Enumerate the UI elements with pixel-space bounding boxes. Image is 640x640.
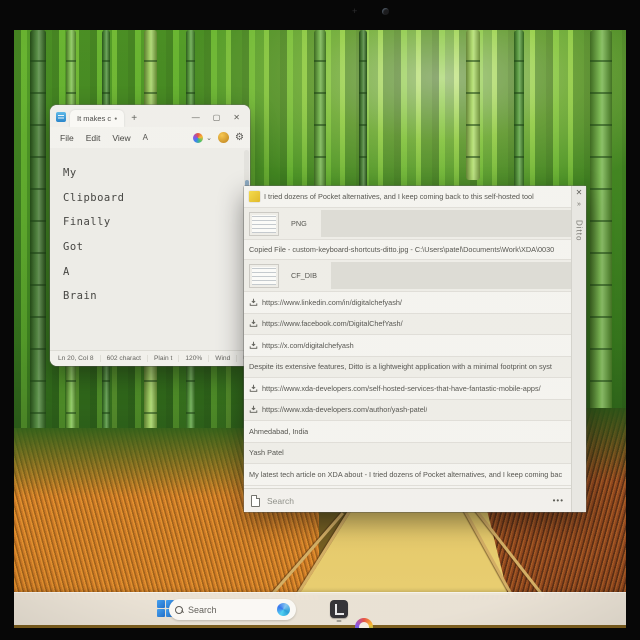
download-icon [249, 319, 258, 328]
clip-row[interactable]: Ahmedabad, India [244, 421, 571, 443]
clip-row-image[interactable]: CF_DIB [244, 260, 571, 292]
text-line: A [63, 265, 70, 278]
notepad-text-area[interactable]: My Clipboard Finally Got A Brain [50, 148, 250, 350]
settings-gear-icon[interactable]: ⚙ [235, 132, 244, 143]
taskbar-pinwheel-app-icon[interactable] [355, 618, 373, 628]
status-zoom-level[interactable]: 120% [178, 355, 208, 362]
text-size-icon[interactable]: A [143, 133, 148, 142]
notepad-app-icon [56, 112, 66, 122]
clip-text: https://x.com/digitalchefyash [262, 340, 354, 350]
ditto-window: I tried dozens of Pocket alternatives, a… [244, 186, 586, 512]
bamboo-stalk [466, 30, 480, 180]
clip-text: https://www.facebook.com/DigitalChefYash… [262, 319, 403, 329]
taskbar-search-label: Search [188, 604, 217, 615]
notepad-tab-bar: It makes c ● + — ▢ ✕ [50, 105, 250, 127]
expand-icon[interactable]: » [577, 201, 581, 208]
status-line-ending: Wind [208, 355, 236, 362]
bezel-marking: + [352, 6, 358, 16]
clip-text: My latest tech article on XDA about - I … [249, 469, 563, 479]
clip-text: https://www.xda-developers.com/author/ya… [262, 405, 428, 415]
notepad-menu-bar: File Edit View A ⌄ ⚙ [50, 127, 250, 148]
clip-format-label: CF_DIB [291, 271, 317, 280]
taskbar: Search ✂ [14, 592, 626, 628]
clip-row[interactable]: Yash Patel [244, 442, 571, 464]
minimize-button[interactable]: — [192, 113, 200, 122]
status-cursor-position: Ln 20, Col 8 [58, 355, 94, 362]
clip-text: Ahmedabad, India [249, 426, 309, 436]
text-line: Brain [63, 290, 98, 303]
laptop-photo: + It makes c ● + — ▢ ✕ File Edit View A … [0, 0, 640, 640]
clip-text: Copied File - custom-keyboard-shortcuts-… [249, 245, 555, 254]
bamboo-stalk [590, 30, 612, 470]
clip-row[interactable]: Despite its extensive features, Ditto is… [244, 356, 571, 378]
clip-thumbnail [249, 211, 279, 236]
more-options-icon[interactable]: ••• [553, 496, 564, 505]
clip-row-link[interactable]: https://www.linkedin.com/in/digitalchefy… [244, 292, 571, 314]
account-avatar[interactable] [218, 132, 230, 143]
ditto-clip-list: I tried dozens of Pocket alternatives, a… [244, 186, 571, 512]
menu-view[interactable]: View [106, 131, 136, 145]
clip-text: Despite its extensive features, Ditto is… [249, 362, 552, 372]
search-placeholder: Search [267, 495, 294, 506]
new-tab-button[interactable]: + [131, 113, 137, 124]
taskbar-search-box[interactable]: Search [169, 599, 296, 620]
clip-text: https://www.linkedin.com/in/digitalchefy… [262, 297, 402, 307]
menu-file[interactable]: File [54, 131, 80, 145]
clip-text: https://www.xda-developers.com/self-host… [262, 383, 541, 393]
status-doc-type: Plain t [147, 355, 178, 362]
close-button[interactable]: ✕ [233, 113, 240, 122]
notepad-status-bar: Ln 20, Col 8 602 charact Plain t 120% Wi… [50, 350, 250, 366]
ditto-window-title: Ditto [574, 220, 584, 242]
copilot-icon[interactable] [193, 132, 204, 143]
clip-row-image[interactable]: PNG [244, 208, 571, 240]
clip-row[interactable]: My latest tech article on XDA about - I … [244, 464, 571, 486]
clip-format-label: PNG [291, 219, 307, 228]
clip-row-link[interactable]: https://x.com/digitalchefyash [244, 335, 571, 357]
clip-thumbnail [249, 263, 279, 288]
clip-text: Yash Patel [249, 448, 284, 458]
bamboo-stalk [30, 30, 46, 450]
clip-row-link[interactable]: https://www.facebook.com/DigitalChefYash… [244, 313, 571, 335]
webcam [382, 8, 389, 15]
ditto-caption-bar[interactable]: ✕ » Ditto [571, 186, 586, 512]
notepad-tab[interactable]: It makes c ● [70, 110, 125, 127]
status-char-count: 602 charact [99, 355, 147, 362]
taskbar-app-dark-l-icon[interactable] [330, 600, 348, 622]
download-icon [249, 384, 258, 393]
text-line: Got [63, 241, 84, 254]
maximize-button[interactable]: ▢ [213, 113, 221, 122]
search-icon [175, 605, 183, 614]
clip-row-link[interactable]: https://www.xda-developers.com/author/ya… [244, 399, 571, 421]
clip-row[interactable]: Copied File - custom-keyboard-shortcuts-… [244, 240, 571, 260]
text-line: Clipboard [63, 191, 125, 204]
menu-edit[interactable]: Edit [80, 131, 107, 145]
clip-preview-area [330, 262, 571, 289]
ditto-search-bar[interactable]: Search ••• [244, 488, 571, 512]
unsaved-indicator: ● [114, 115, 118, 122]
note-icon [249, 191, 260, 202]
desktop-screen: It makes c ● + — ▢ ✕ File Edit View A ⌄ [14, 30, 626, 628]
download-icon [249, 341, 258, 350]
download-icon [249, 405, 258, 414]
clip-row-link[interactable]: https://www.xda-developers.com/self-host… [244, 378, 571, 400]
clip-preview-area [320, 210, 571, 237]
clip-text: I tried dozens of Pocket alternatives, a… [264, 192, 534, 201]
notepad-tab-title: It makes c [77, 114, 112, 123]
text-line: Finally [63, 216, 111, 229]
chevron-down-icon[interactable]: ⌄ [206, 134, 212, 142]
close-icon[interactable]: ✕ [576, 189, 583, 197]
copilot-icon[interactable] [277, 603, 290, 616]
clip-row[interactable]: I tried dozens of Pocket alternatives, a… [244, 186, 571, 208]
clipboard-page-icon [251, 494, 260, 507]
download-icon [249, 298, 258, 307]
text-line: My [63, 167, 77, 180]
notepad-window: It makes c ● + — ▢ ✕ File Edit View A ⌄ [50, 105, 250, 366]
